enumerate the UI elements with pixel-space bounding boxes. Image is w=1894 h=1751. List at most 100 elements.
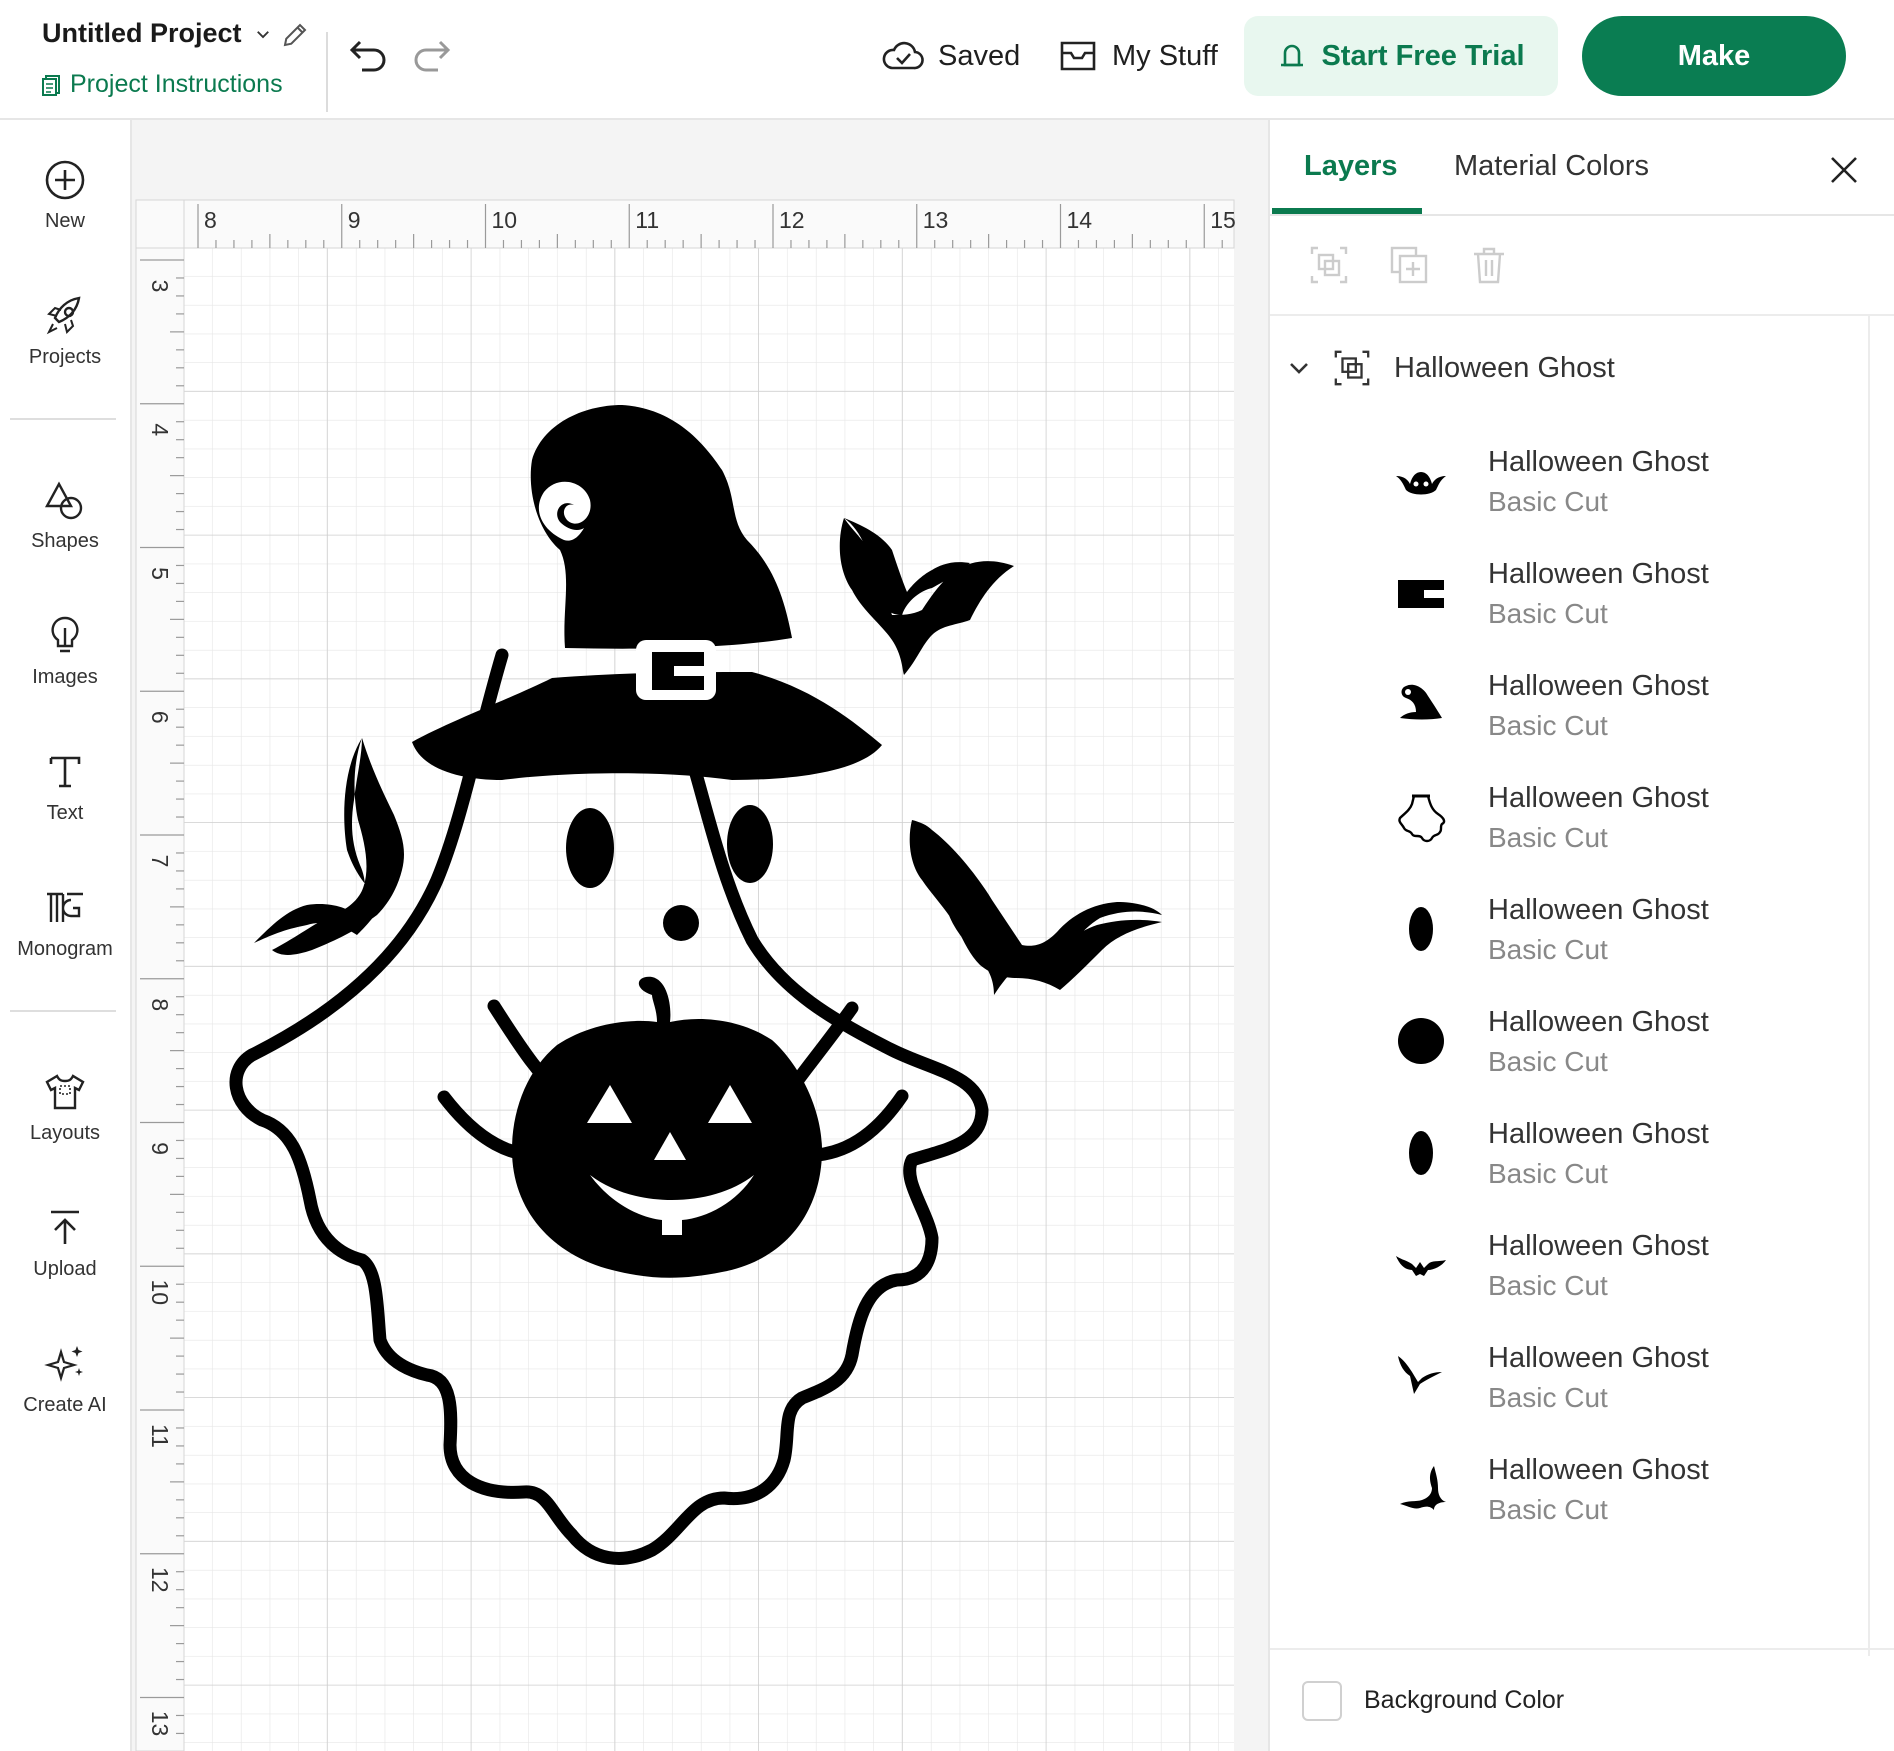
project-title-dropdown[interactable]: Untitled Project [42, 18, 272, 49]
ruler-label: 10 [147, 1279, 173, 1305]
layer-item[interactable]: Halloween Ghost Basic Cut [1394, 1326, 1854, 1438]
upload-icon [51, 1210, 79, 1244]
nose-dot-icon [1398, 1018, 1444, 1064]
sidebar-item-label: Upload [33, 1258, 97, 1280]
monogram-icon [47, 892, 83, 922]
sidebar-item-label: Text [46, 802, 84, 824]
layer-operation: Basic Cut [1488, 1270, 1608, 1301]
layer-name: Halloween Ghost [1488, 446, 1709, 478]
background-color-checkbox[interactable] [1302, 1680, 1342, 1721]
ruler-label: 7 [147, 855, 173, 868]
ruler-label: 13 [147, 1711, 173, 1737]
sidebar-item-upload[interactable]: Upload [0, 1206, 130, 1281]
layer-item[interactable]: Halloween Ghost Basic Cut [1394, 766, 1854, 878]
lightbulb-icon [51, 616, 79, 653]
plus-circle-icon [45, 160, 85, 200]
ruler-label: 8 [147, 998, 173, 1011]
tab-layers[interactable]: Layers [1304, 150, 1398, 183]
chevron-down-icon[interactable] [1288, 357, 1310, 379]
ruler-label: 9 [147, 1142, 173, 1155]
layer-item[interactable]: Halloween Ghost Basic Cut [1394, 542, 1854, 654]
group-name: Halloween Ghost [1394, 351, 1615, 384]
layer-name: Halloween Ghost [1488, 1342, 1709, 1374]
sidebar-item-create-ai[interactable]: Create AI [0, 1342, 130, 1417]
layers-panel: Layers Material Colors Halloween Ghost H… [1268, 120, 1894, 1751]
subscription-icon [1281, 44, 1304, 67]
project-title[interactable]: Untitled Project [42, 18, 242, 49]
make-button[interactable]: Make [1582, 16, 1846, 96]
layer-name: Halloween Ghost [1488, 558, 1709, 590]
project-instructions-link[interactable]: Project Instructions [42, 70, 283, 99]
my-stuff-button[interactable]: My Stuff [1058, 34, 1218, 78]
layer-item[interactable]: Halloween Ghost Basic Cut [1394, 878, 1854, 990]
layer-operation: Basic Cut [1488, 934, 1608, 965]
layer-item[interactable]: Halloween Ghost Basic Cut [1394, 430, 1854, 542]
sidebar-item-text[interactable]: Text [0, 750, 130, 825]
design-canvas[interactable]: 8 9 10 11 12 13 14 15 3 4 5 6 7 8 9 10 11 12 13 [132, 120, 1386, 1751]
undo-icon[interactable] [348, 34, 390, 74]
layer-group-header[interactable]: Halloween Ghost [1288, 348, 1615, 388]
sparkle-icon [44, 1346, 83, 1382]
sidebar-item-new[interactable]: New [0, 158, 130, 233]
background-color-label: Background Color [1364, 1686, 1565, 1714]
sidebar-item-shapes[interactable]: Shapes [0, 478, 130, 553]
hat-buckle[interactable] [636, 640, 716, 700]
sidebar-divider [10, 1010, 116, 1012]
eye-oval-icon [1409, 907, 1433, 951]
tab-material-colors[interactable]: Material Colors [1454, 150, 1649, 183]
ruler-label: 15 [1210, 207, 1236, 233]
panel-scrollbar-track[interactable] [1868, 316, 1870, 1656]
shapes-icon [44, 481, 83, 520]
trash-icon[interactable] [1468, 244, 1510, 286]
active-tab-indicator [1272, 208, 1422, 214]
layer-name: Halloween Ghost [1488, 1118, 1709, 1150]
layer-name: Halloween Ghost [1488, 1006, 1709, 1038]
saved-label: Saved [938, 39, 1021, 72]
top-bar: Untitled Project Project Instructions Sa… [0, 0, 1894, 120]
layer-item[interactable]: Halloween Ghost Basic Cut [1394, 1102, 1854, 1214]
layer-item[interactable]: Halloween Ghost Basic Cut [1394, 654, 1854, 766]
trial-label: Start Free Trial [1321, 39, 1525, 72]
left-sidebar: New Projects Shapes Images Text Monogram… [0, 120, 132, 1751]
ghost-outline-icon [1398, 794, 1446, 843]
close-icon[interactable] [1826, 152, 1862, 188]
pencil-icon[interactable] [280, 20, 310, 50]
sidebar-item-label: Monogram [17, 938, 113, 960]
layer-item[interactable]: Halloween Ghost Basic Cut [1394, 990, 1854, 1102]
project-instructions-label[interactable]: Project Instructions [70, 70, 283, 99]
layer-item[interactable]: Halloween Ghost Basic Cut [1394, 1438, 1854, 1550]
canvas-surface[interactable]: 8 9 10 11 12 13 14 15 3 4 5 6 7 8 9 10 11 12 13 [132, 120, 1268, 1751]
ruler-label: 11 [635, 207, 659, 233]
buckle-icon [1398, 580, 1444, 608]
sidebar-item-label: New [44, 210, 85, 232]
start-free-trial-button[interactable]: Start Free Trial [1244, 16, 1558, 96]
bat-icon [1396, 1256, 1446, 1276]
sidebar-divider [10, 418, 116, 420]
layer-name: Halloween Ghost [1488, 1454, 1709, 1486]
sidebar-item-projects[interactable]: Projects [0, 294, 130, 369]
left-eye[interactable] [566, 808, 614, 888]
saved-status[interactable]: Saved [882, 34, 1020, 78]
eye-oval-icon [1409, 1131, 1433, 1175]
rocket-icon [46, 296, 81, 335]
panel-tabs: Layers Material Colors [1270, 120, 1894, 216]
sidebar-item-monogram[interactable]: Monogram [0, 886, 130, 961]
layer-item[interactable]: Halloween Ghost Basic Cut [1394, 1214, 1854, 1326]
ghost-nose[interactable] [663, 905, 699, 941]
ruler-label: 3 [147, 280, 173, 293]
background-color-row[interactable]: Background Color [1270, 1648, 1894, 1751]
layer-operation: Basic Cut [1488, 822, 1608, 853]
redo-icon[interactable] [410, 34, 452, 74]
witch-hat-icon [1400, 684, 1442, 720]
divider [326, 32, 328, 112]
ruler-label: 10 [492, 207, 518, 233]
right-eye[interactable] [727, 805, 773, 883]
my-stuff-label: My Stuff [1112, 39, 1218, 72]
group-icon[interactable] [1308, 244, 1350, 286]
sidebar-item-layouts[interactable]: Layouts [0, 1070, 130, 1145]
duplicate-icon[interactable] [1388, 244, 1430, 286]
layer-operation: Basic Cut [1488, 1046, 1608, 1077]
ruler-label: 5 [147, 567, 173, 580]
sidebar-item-label: Projects [28, 346, 102, 368]
sidebar-item-images[interactable]: Images [0, 614, 130, 689]
